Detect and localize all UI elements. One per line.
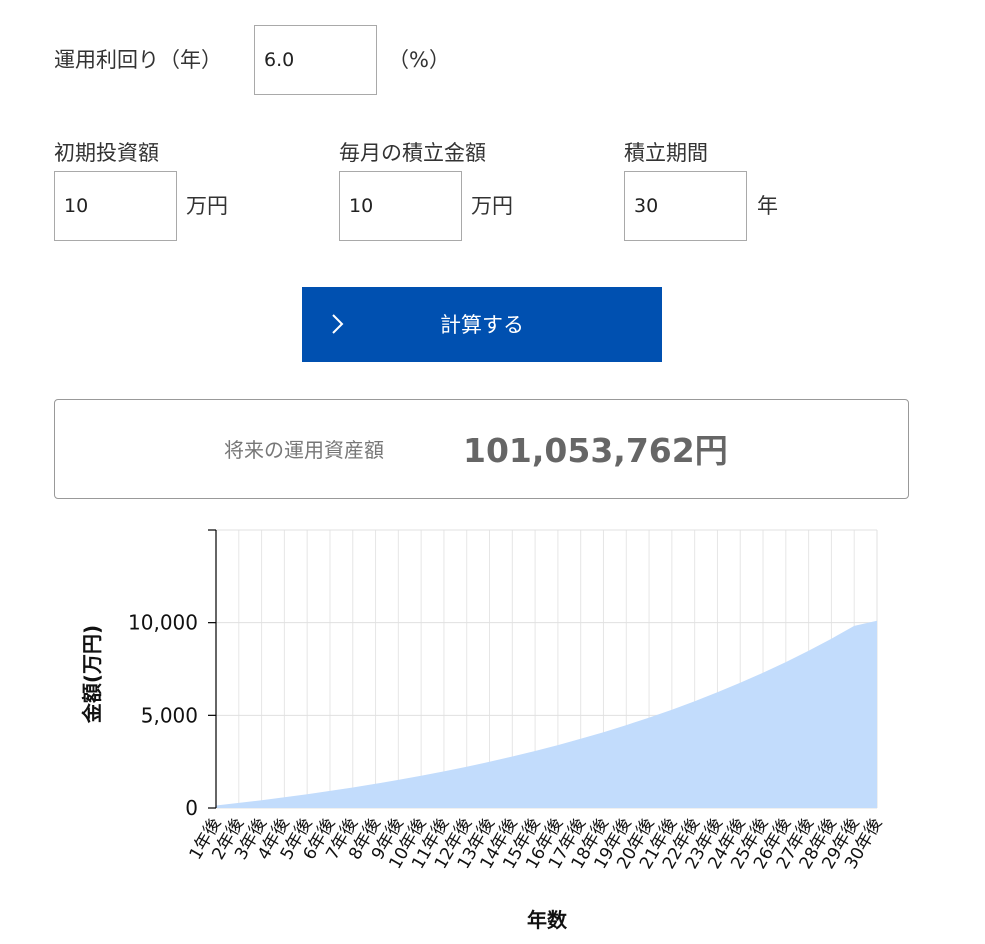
rate-label: 運用利回り（年）: [54, 48, 222, 72]
result-value: 101,053,762円: [463, 431, 728, 470]
monthly-amount-unit: 万円: [471, 194, 513, 218]
asset-growth-chart: 05,00010,000金額(万円)1年後2年後3年後4年後5年後6年後7年後8…: [80, 529, 886, 932]
initial-amount-label: 初期投資額: [54, 141, 159, 165]
area-series: [216, 620, 877, 808]
y-axis-title: 金額(万円): [80, 625, 104, 724]
x-axis-title: 年数: [527, 908, 568, 932]
calculate-button[interactable]: 計算する: [302, 287, 662, 362]
rate-unit: （%）: [388, 48, 450, 72]
y-tick-label: 5,000: [141, 703, 198, 727]
y-tick-label: 10,000: [128, 611, 198, 635]
y-tick-label: 0: [185, 796, 198, 820]
period-label: 積立期間: [624, 141, 708, 165]
result-box: 将来の運用資産額 101,053,762円: [54, 399, 909, 499]
monthly-amount-input[interactable]: [339, 171, 462, 241]
monthly-amount-label: 毎月の積立金額: [339, 141, 486, 165]
initial-amount-input[interactable]: [54, 171, 177, 241]
rate-input[interactable]: [254, 25, 377, 95]
period-unit: 年: [757, 194, 778, 218]
period-input[interactable]: [624, 171, 747, 241]
result-label: 将来の運用資産額: [224, 438, 384, 462]
calculate-button-label: 計算する: [440, 313, 524, 337]
initial-amount-unit: 万円: [186, 194, 228, 218]
